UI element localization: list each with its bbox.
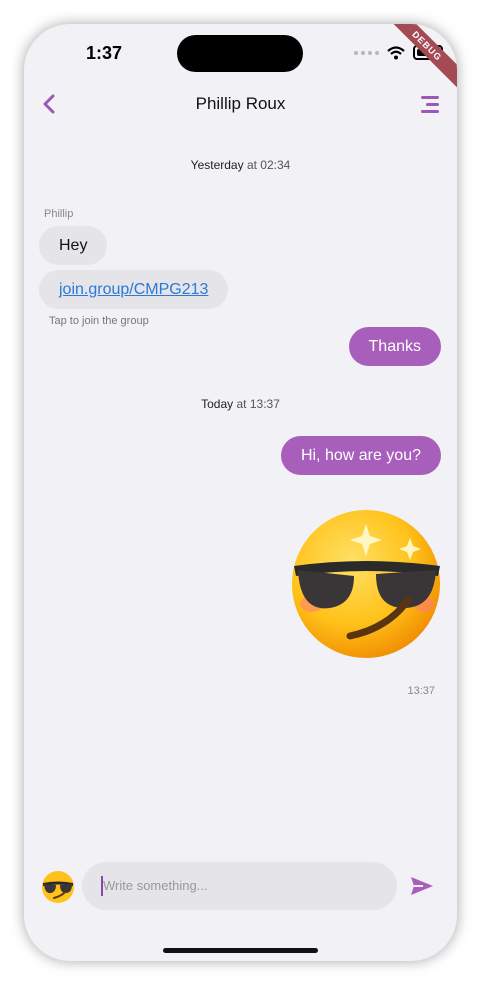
date-label: Yesterday xyxy=(190,158,244,172)
home-indicator[interactable] xyxy=(163,948,318,953)
input-placeholder: Write something... xyxy=(103,878,208,893)
message-input[interactable]: Write something... xyxy=(82,862,397,910)
composer: Write something... xyxy=(24,862,457,910)
time-label: at 13:37 xyxy=(236,397,280,411)
menu-icon[interactable] xyxy=(417,96,439,114)
link-hint: Tap to join the group xyxy=(49,315,149,327)
date-label: Today xyxy=(201,397,234,411)
emoji-picker-icon[interactable] xyxy=(40,869,76,905)
dynamic-island xyxy=(177,35,303,72)
phone-screen: 1:37 DEBUG Phillip Roux Yesterday at 02:… xyxy=(24,24,457,961)
time-label: at 02:34 xyxy=(246,158,291,172)
sunglasses-emoji-icon xyxy=(292,510,440,658)
incoming-link-message: join.group/CMPG213 xyxy=(39,270,229,309)
date-separator: Yesterday at 02:34 xyxy=(24,158,457,172)
incoming-message: Hey xyxy=(39,226,108,265)
outgoing-message: Hi, how are you? xyxy=(280,436,441,475)
contact-name: Phillip Roux xyxy=(195,94,286,113)
date-separator: Today at 13:37 xyxy=(24,397,457,411)
chat-header: Phillip Roux xyxy=(24,88,457,128)
message-time: 13:37 xyxy=(407,685,435,697)
wifi-icon xyxy=(387,45,405,59)
group-link[interactable]: join.group/CMPG213 xyxy=(59,281,208,298)
outgoing-message: Thanks xyxy=(348,327,441,366)
sender-name: Phillip xyxy=(44,208,74,220)
status-time: 1:37 xyxy=(86,43,123,63)
send-icon[interactable] xyxy=(410,876,434,896)
signal-icon xyxy=(354,50,379,55)
